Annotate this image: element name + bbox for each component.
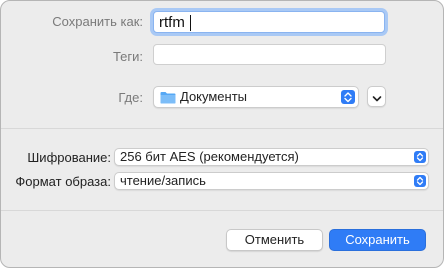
location-value: Документы [180,89,248,104]
image-format-value: чтение/запись [120,173,206,188]
location-stepper-icon [341,90,355,104]
text-caret [190,15,191,31]
filename-value: rtfm [159,14,185,31]
separator-top [1,128,443,129]
location-popup[interactable]: Документы [153,86,359,108]
encryption-stepper-icon [414,151,426,163]
expand-button[interactable] [367,86,386,107]
separator-bottom [1,210,443,211]
save-dialog: Сохранить как: rtfm Теги: Где: Документы [0,0,444,268]
filename-field[interactable]: rtfm [153,11,385,33]
save-button[interactable]: Сохранить [329,229,426,251]
encryption-popup[interactable]: 256 бит AES (рекомендуется) [114,148,429,166]
tags-field[interactable] [153,44,386,65]
encryption-label: Шифрование: [27,150,111,165]
location-label: Где: [118,90,143,105]
image-format-stepper-icon [414,175,426,187]
folder-icon [160,91,176,104]
cancel-button[interactable]: Отменить [226,229,323,251]
image-format-label: Формат образа: [15,174,111,189]
tags-label: Теги: [112,49,143,64]
image-format-popup[interactable]: чтение/запись [114,172,429,190]
chevron-down-icon [371,92,383,102]
encryption-value: 256 бит AES (рекомендуется) [120,149,299,164]
save-as-label: Сохранить как: [52,14,143,29]
